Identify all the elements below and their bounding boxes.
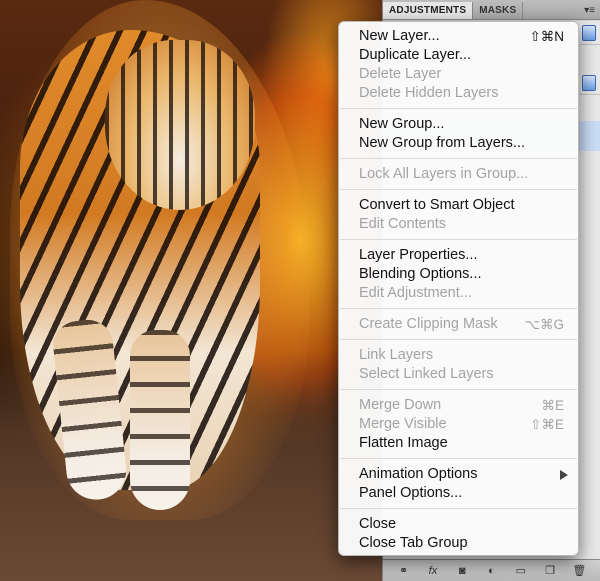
menu-item-link-layers: Link Layers: [339, 346, 578, 365]
menu-separator: [339, 334, 578, 346]
tiger-head: [105, 40, 255, 210]
menu-item-new-group[interactable]: New Group...: [339, 115, 578, 134]
menu-item-label: Convert to Smart Object: [359, 197, 515, 213]
menu-item-layer-properties[interactable]: Layer Properties...: [339, 246, 578, 265]
menu-item-label: Animation Options: [359, 466, 478, 482]
submenu-arrow-icon: [560, 470, 568, 480]
menu-separator: [339, 153, 578, 165]
menu-separator: [339, 234, 578, 246]
tiger-front-leg: [130, 330, 190, 510]
new-layer-icon[interactable]: ❐: [542, 564, 558, 577]
link-icon[interactable]: ⚭: [396, 564, 412, 577]
menu-item-label: Flatten Image: [359, 435, 448, 451]
menu-item-delete-hidden-layers: Delete Hidden Layers: [339, 84, 578, 103]
menu-item-label: Link Layers: [359, 347, 434, 363]
menu-item-close[interactable]: Close: [339, 515, 578, 534]
menu-item-label: Create Clipping Mask: [359, 316, 498, 332]
menu-item-panel-options[interactable]: Panel Options...: [339, 484, 578, 503]
menu-item-merge-visible: Merge Visible ⇧⌘E: [339, 415, 578, 434]
fx-icon[interactable]: fx: [425, 565, 441, 577]
menu-item-label: New Group from Layers...: [359, 135, 525, 151]
menu-item-edit-contents: Edit Contents: [339, 215, 578, 234]
menu-item-duplicate-layer[interactable]: Duplicate Layer...: [339, 46, 578, 65]
menu-item-label: Lock All Layers in Group...: [359, 166, 529, 182]
dropdown-arrow-icon[interactable]: [582, 25, 596, 41]
menu-separator: [339, 303, 578, 315]
menu-item-label: Merge Down: [359, 397, 442, 413]
menu-item-label: Blending Options...: [359, 266, 482, 282]
panel-footer-toolbar: ⚭ fx ◙ ◐ ▭ ❐ 🗑: [383, 559, 600, 581]
menu-item-merge-down: Merge Down ⌘E: [339, 396, 578, 415]
menu-item-lock-all-layers: Lock All Layers in Group...: [339, 165, 578, 184]
menu-item-animation-options[interactable]: Animation Options: [339, 465, 578, 484]
document-canvas[interactable]: [0, 0, 382, 581]
menu-separator: [339, 503, 578, 515]
menu-item-convert-to-smart-object[interactable]: Convert to Smart Object: [339, 196, 578, 215]
panel-tab-bar: ADJUSTMENTS MASKS ▾≡: [383, 0, 600, 20]
menu-separator: [339, 384, 578, 396]
menu-item-close-tab-group[interactable]: Close Tab Group: [339, 534, 578, 553]
menu-shortcut: ⇧⌘E: [530, 417, 564, 432]
menu-item-select-linked-layers: Select Linked Layers: [339, 365, 578, 384]
menu-item-label: Close: [359, 516, 397, 532]
menu-item-create-clipping-mask: Create Clipping Mask ⌥⌘G: [339, 315, 578, 334]
menu-shortcut: ⇧⌘N: [529, 29, 564, 44]
menu-item-label: New Layer...: [359, 28, 440, 44]
menu-item-new-group-from-layers[interactable]: New Group from Layers...: [339, 134, 578, 153]
trash-icon[interactable]: 🗑: [571, 564, 587, 577]
group-folder-icon[interactable]: ▭: [513, 564, 529, 577]
menu-item-label: Close Tab Group: [359, 535, 468, 551]
menu-item-label: Panel Options...: [359, 485, 463, 501]
mask-icon[interactable]: ◙: [454, 565, 470, 577]
menu-item-label: Select Linked Layers: [359, 366, 494, 382]
menu-item-label: New Group...: [359, 116, 445, 132]
tab-masks[interactable]: MASKS: [473, 2, 524, 19]
panel-menu-icon[interactable]: ▾≡: [584, 5, 595, 16]
menu-item-label: Edit Adjustment...: [359, 285, 472, 301]
menu-item-label: Delete Hidden Layers: [359, 85, 499, 101]
tab-adjustments[interactable]: ADJUSTMENTS: [383, 2, 474, 19]
menu-item-new-layer[interactable]: New Layer... ⇧⌘N: [339, 27, 578, 46]
layers-panel-menu: New Layer... ⇧⌘N Duplicate Layer... Dele…: [338, 21, 579, 556]
menu-item-edit-adjustment: Edit Adjustment...: [339, 284, 578, 303]
adjustment-icon[interactable]: ◐: [483, 565, 499, 577]
menu-item-label: Layer Properties...: [359, 247, 478, 263]
menu-item-label: Delete Layer: [359, 66, 442, 82]
menu-item-blending-options[interactable]: Blending Options...: [339, 265, 578, 284]
menu-item-flatten-image[interactable]: Flatten Image: [339, 434, 578, 453]
menu-item-delete-layer: Delete Layer: [339, 65, 578, 84]
menu-separator: [339, 453, 578, 465]
dropdown-arrow-icon[interactable]: [582, 75, 596, 91]
menu-separator: [339, 184, 578, 196]
menu-shortcut: ⌥⌘G: [524, 317, 564, 332]
menu-item-label: Edit Contents: [359, 216, 447, 232]
menu-separator: [339, 103, 578, 115]
menu-item-label: Duplicate Layer...: [359, 47, 472, 63]
menu-shortcut: ⌘E: [541, 398, 564, 413]
menu-item-label: Merge Visible: [359, 416, 447, 432]
